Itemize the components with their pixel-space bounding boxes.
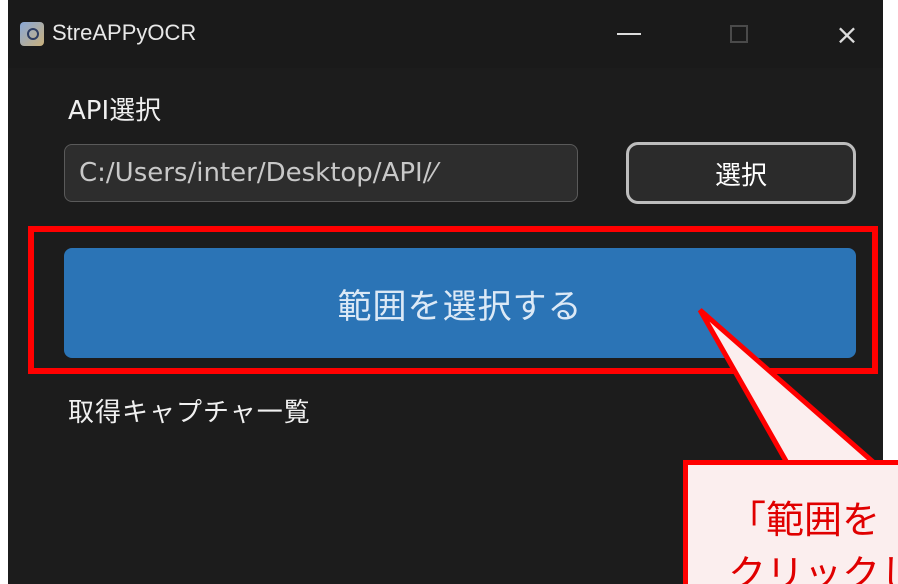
callout-text: 「範囲を クリックし [728, 493, 898, 584]
callout-box: 「範囲を クリックし [683, 460, 898, 584]
callout-arrow [697, 308, 887, 471]
callout-line-2: クリックし [728, 552, 898, 584]
callout-line-1: 「範囲を [728, 498, 881, 542]
